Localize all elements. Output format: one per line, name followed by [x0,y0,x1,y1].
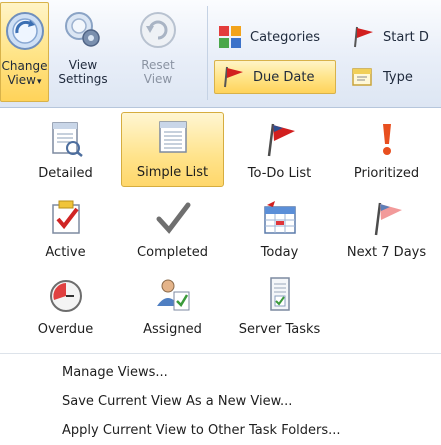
reset-view-label-2: View [143,72,173,86]
due-date-flag-icon [224,66,243,88]
change-view-label-2: View [7,73,36,87]
todo-flag-icon [267,123,295,157]
view-overdue[interactable]: Overdue [14,268,117,343]
view-next-7-days[interactable]: Next 7 Days [335,191,438,266]
view-label: Overdue [37,322,94,337]
ribbon-separator [207,6,208,100]
view-simple-list[interactable]: Simple List [121,112,224,187]
ribbon: Change View▾ View Settings Reset View Ca… [0,0,441,108]
view-label: Prioritized [353,166,420,181]
view-todo-list[interactable]: To-Do List [228,112,331,187]
completed-check-icon [156,202,190,234]
view-label: Server Tasks [238,322,321,337]
start-date-label: Start D [383,29,429,45]
save-view-label: Save Current View As a New View... [62,393,293,409]
categories-icon [219,26,241,48]
manage-views-label: Manage Views... [62,364,168,380]
priority-icon [382,124,391,155]
view-gallery: Detailed Simple List To-Do List Prioriti… [0,108,441,351]
reset-view-icon [140,12,176,48]
next-7-days-flag-icon [374,202,402,236]
save-view-item[interactable]: Save Current View As a New View... [62,389,292,413]
view-settings-label-1: View [68,58,98,72]
due-date-label: Due Date [253,69,315,85]
view-label: Next 7 Days [346,245,427,260]
due-date-button[interactable]: Due Date [214,60,336,94]
type-icon [352,68,372,86]
active-check-icon [51,200,80,234]
view-today[interactable]: Today [228,191,331,266]
view-settings-icon [65,12,100,47]
change-view-button[interactable]: Change View▾ [0,2,49,102]
change-view-label-1: Change [1,59,48,73]
server-tasks-icon [269,277,290,311]
view-label: Simple List [136,165,209,180]
reset-view-label-1: Reset [141,58,175,72]
simple-list-icon [158,121,187,153]
chevron-down-icon: ▾ [36,77,42,87]
view-detailed[interactable]: Detailed [14,112,117,187]
view-assigned[interactable]: Assigned [121,268,224,343]
view-label: Detailed [38,166,93,181]
view-prioritized[interactable]: Prioritized [335,112,438,187]
apply-view-item[interactable]: Apply Current View to Other Task Folders… [62,418,341,442]
views-menu-commands: Manage Views... Save Current View As a N… [0,353,441,445]
view-settings-label-2: Settings [58,72,108,86]
view-label: Today [260,245,299,260]
view-label: Active [45,245,86,260]
detailed-view-icon [51,122,83,157]
view-label: Completed [137,245,208,260]
categories-label: Categories [250,29,321,45]
view-label: Assigned [143,322,202,337]
view-completed[interactable]: Completed [121,191,224,266]
view-label: To-Do List [247,166,312,181]
type-label: Type [383,69,413,85]
apply-view-label: Apply Current View to Other Task Folders… [62,422,341,438]
calendar-today-icon [263,201,296,234]
view-active[interactable]: Active [14,191,117,266]
assigned-icon [156,279,189,311]
view-settings-button[interactable]: View Settings [52,2,114,102]
manage-views-item[interactable]: Manage Views... [62,360,168,384]
start-date-flag-icon [354,26,373,48]
change-view-icon [5,12,44,50]
type-button[interactable]: Type [345,60,441,94]
reset-view-button[interactable]: Reset View [128,2,188,102]
view-server-tasks[interactable]: Server Tasks [228,268,331,343]
overdue-clock-icon [49,280,82,312]
start-date-button[interactable]: Start D [345,20,441,54]
categories-button[interactable]: Categories [212,20,342,54]
